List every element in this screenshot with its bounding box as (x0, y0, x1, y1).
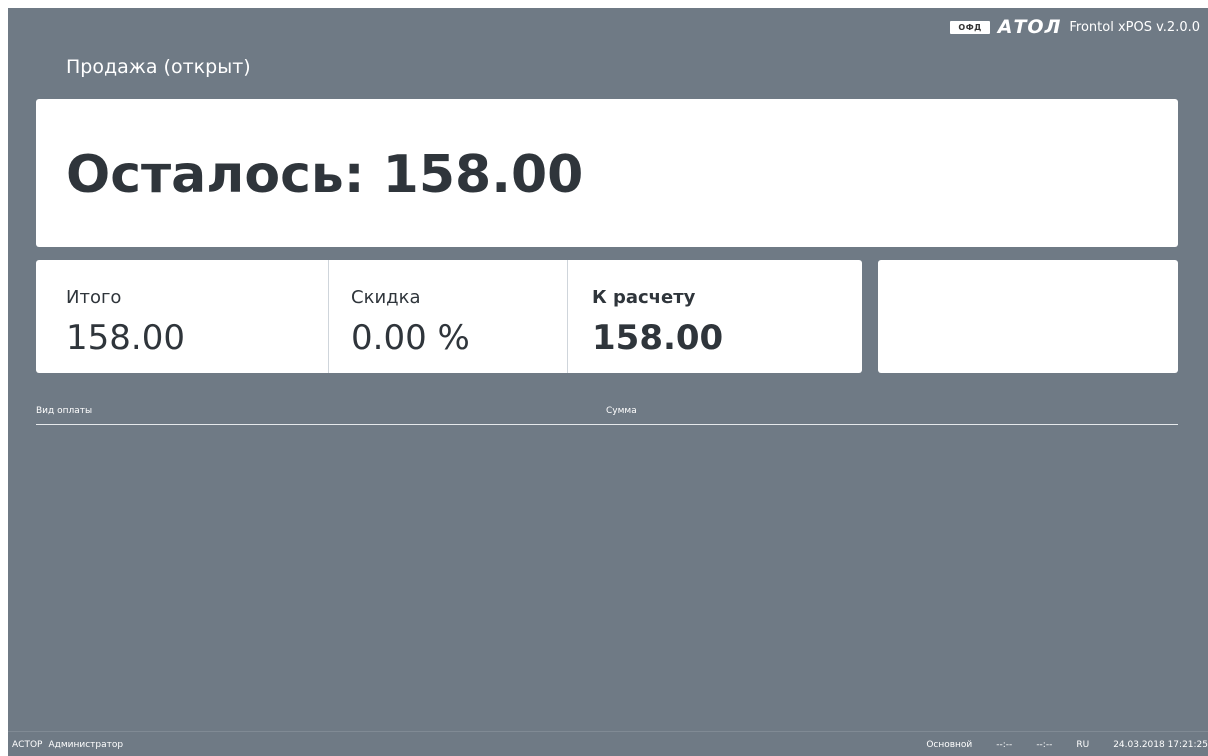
time-indicator-1: --:-- (996, 740, 1013, 750)
shop-name: АСТОР (12, 740, 43, 750)
remaining-card: Осталось: 158.00 (36, 99, 1178, 247)
aton-logo: АТОЛ (997, 16, 1062, 38)
amount-due-value: 158.00 (592, 318, 724, 358)
status-bar: АСТОР Администратор Основной --:-- --:--… (8, 731, 1208, 756)
user-name: Администратор (48, 740, 124, 750)
discount-value: 0.00 % (351, 318, 470, 358)
app-window: ОФД АТОЛ Frontol xPOS v.2.0.0 Продажа (о… (8, 8, 1208, 756)
ofd-badge: ОФД (950, 20, 990, 34)
discount-label: Скидка (351, 287, 421, 308)
app-version: Frontol xPOS v.2.0.0 (1069, 19, 1200, 35)
info-panel (878, 260, 1178, 373)
totals-card: Итого 158.00 Скидка 0.00 % К расчету 158… (36, 260, 862, 373)
amount-due-label: К расчету (592, 287, 696, 308)
time-indicator-2: --:-- (1036, 740, 1053, 750)
brand-header: ОФД АТОЛ Frontol xPOS v.2.0.0 (950, 16, 1200, 38)
datetime: 24.03.2018 17:21:25 (1113, 740, 1208, 750)
payments-table-header: Вид оплаты Сумма (36, 406, 1178, 425)
column-amount: Сумма (606, 406, 637, 416)
page-title: Продажа (открыт) (66, 56, 251, 78)
language-indicator: RU (1076, 740, 1090, 750)
discount-cell[interactable]: Скидка 0.00 % (328, 260, 567, 373)
total-cell: Итого 158.00 (36, 260, 328, 373)
total-label: Итого (66, 287, 122, 308)
amount-due-cell: К расчету 158.00 (567, 260, 862, 373)
column-payment-type: Вид оплаты (36, 406, 93, 416)
profile-name: Основной (926, 740, 973, 750)
remaining-amount: Осталось: 158.00 (66, 145, 584, 205)
total-value: 158.00 (66, 318, 185, 358)
